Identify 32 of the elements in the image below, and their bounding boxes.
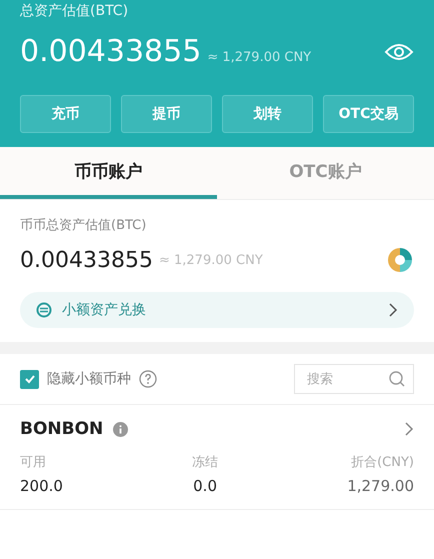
checkmark-icon	[24, 373, 36, 385]
donut-chart-icon[interactable]	[386, 246, 414, 274]
action-button[interactable]: 划转	[222, 95, 313, 133]
total-assets-title: 总资产估值(BTC)	[20, 2, 130, 20]
info-icon[interactable]	[113, 422, 128, 436]
coin-name: BONBON	[20, 419, 104, 439]
eye-icon[interactable]	[384, 42, 414, 62]
column-value: 1,279.00	[347, 477, 414, 495]
exchange-icon	[36, 302, 52, 318]
account-tab[interactable]: OTC账户	[217, 147, 434, 199]
column-label: 可用	[20, 454, 47, 471]
hide-small-checkbox[interactable]	[20, 370, 39, 388]
hide-small-label: 隐藏小额币种	[47, 370, 131, 388]
total-amount: 0.00433855	[20, 34, 202, 69]
cny-equivalent: ≈ 1,279.00 CNY	[207, 50, 312, 65]
column-label: 冻结	[192, 454, 218, 471]
column-value: 200.0	[20, 477, 63, 495]
small-asset-exchange-link[interactable]: 小额资产兑换	[20, 292, 414, 328]
spot-amount: 0.00433855	[20, 248, 153, 272]
chevron-icon	[388, 302, 398, 318]
help-icon[interactable]	[139, 370, 157, 388]
spot-assets-title: 币币总资产估值(BTC)	[20, 217, 148, 234]
chevron-icon[interactable]	[404, 421, 414, 437]
column-value: 0.0	[193, 477, 217, 495]
search-field[interactable]: 搜索	[294, 364, 414, 394]
action-button[interactable]: 提币	[121, 95, 212, 133]
account-tab[interactable]: 币币账户	[0, 147, 217, 199]
cny-equivalent: ≈ 1,279.00 CNY	[158, 252, 263, 268]
search-icon	[388, 370, 406, 388]
action-button[interactable]: OTC交易	[323, 95, 414, 133]
column-label: 折合(CNY)	[351, 454, 414, 471]
action-button[interactable]: 充币	[20, 95, 111, 133]
